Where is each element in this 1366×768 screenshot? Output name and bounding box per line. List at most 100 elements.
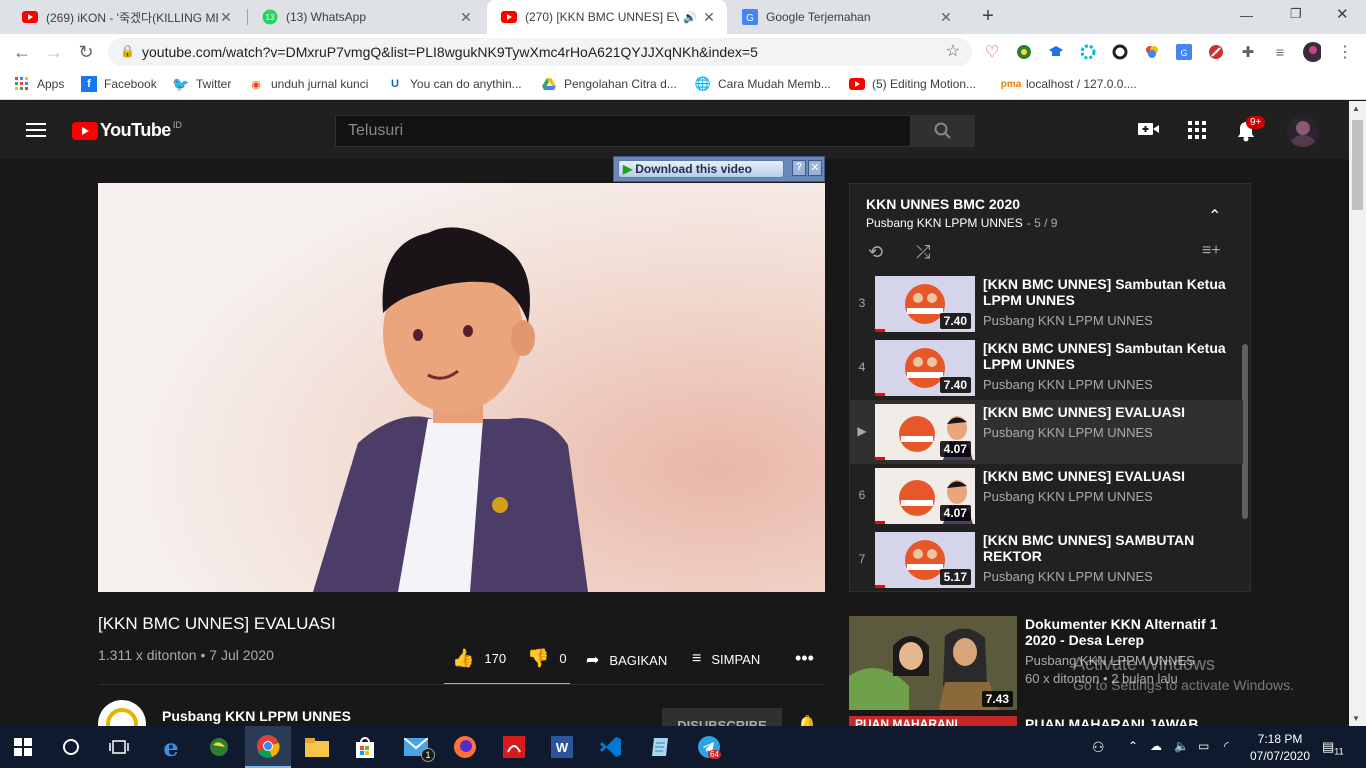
related-video-title[interactable]: Dokumenter KKN Alternatif 1 2020 - Desa …	[1025, 616, 1225, 648]
related-thumbnail[interactable]: PUAN MAHARANI	[849, 716, 1017, 726]
bookmark-you-can[interactable]: U You can do anythin...	[387, 75, 522, 93]
hamburger-menu-icon[interactable]	[26, 122, 46, 138]
scroll-up-arrow-icon[interactable]: ▲	[1352, 104, 1360, 113]
back-arrow-icon[interactable]: ←	[12, 42, 32, 62]
related-thumbnail[interactable]: 7.43	[849, 616, 1017, 710]
loop-icon[interactable]: ⟲	[868, 242, 883, 263]
search-button[interactable]	[910, 115, 975, 147]
page-scrollbar-thumb[interactable]	[1352, 120, 1363, 210]
close-icon[interactable]: ✕	[808, 160, 822, 176]
close-icon[interactable]: ✕	[701, 9, 717, 26]
volume-icon[interactable]: 🔈	[1174, 739, 1189, 753]
graduation-extension-icon[interactable]	[1047, 43, 1065, 61]
browser-tab-google-translate[interactable]: G Google Terjemahan ✕	[728, 0, 964, 34]
bookmark-facebook[interactable]: f Facebook	[81, 75, 157, 93]
forward-arrow-icon[interactable]: →	[44, 42, 64, 62]
taskbar-telegram[interactable]: 64	[686, 726, 732, 768]
address-bar[interactable]: 🔒 youtube.com/watch?v=DMxruP7vmgQ&list=P…	[108, 38, 972, 66]
playlist-item[interactable]: 3 7.40 [KKN BMC UNNES] Sambutan Ketua LP…	[850, 272, 1243, 336]
taskbar-edge[interactable]: e	[148, 726, 194, 768]
taskbar-chrome[interactable]	[245, 726, 291, 768]
windows-start-button[interactable]	[0, 726, 46, 768]
playlist-item[interactable]: 6 4.07 [KKN BMC UNNES] EVALUASI Pusbang …	[850, 464, 1243, 528]
taskbar-word[interactable]: W	[539, 726, 585, 768]
taskbar-vscode[interactable]	[588, 726, 634, 768]
battery-icon[interactable]: ▭	[1198, 739, 1209, 753]
task-view-button[interactable]	[96, 726, 142, 768]
related-video-title[interactable]: PUAN MAHARANI JAWAB	[1025, 716, 1198, 726]
search-taskbar-button[interactable]	[48, 726, 94, 768]
create-video-icon[interactable]	[1138, 121, 1160, 140]
dislike-button[interactable]: 👎 0	[527, 648, 567, 669]
clock-time[interactable]: 7:18 PM	[1252, 732, 1308, 746]
share-button[interactable]: ➦ BAGIKAN	[586, 650, 667, 670]
bookmark-cara-mudah[interactable]: 🌐 Cara Mudah Memb...	[695, 75, 831, 93]
bookmark-pengolahan[interactable]: Pengolahan Citra d...	[541, 75, 677, 93]
bookmark-editing-motion[interactable]: (5) Editing Motion...	[849, 75, 976, 93]
action-center-icon[interactable]: ▤11	[1322, 739, 1344, 757]
bookmark-twitter[interactable]: 🐦 Twitter	[172, 75, 231, 93]
reload-icon[interactable]: ↻	[76, 42, 96, 62]
clock-date[interactable]: 07/07/2020	[1248, 749, 1312, 763]
collapse-chevron-icon[interactable]: ⌃	[1208, 206, 1221, 226]
translate-extension-icon[interactable]: G	[1175, 43, 1193, 61]
star-icon[interactable]: ☆	[946, 41, 960, 61]
shuffle-icon[interactable]: ⤮	[916, 242, 930, 263]
scroll-down-arrow-icon[interactable]: ▼	[1352, 714, 1360, 723]
taskbar-maps[interactable]	[196, 726, 242, 768]
profile-avatar-icon[interactable]	[1303, 42, 1321, 62]
playlist-item[interactable]: 4 7.40 [KKN BMC UNNES] Sambutan Ketua LP…	[850, 336, 1243, 400]
colorwheel-extension-icon[interactable]	[1143, 43, 1161, 61]
like-button[interactable]: 👍 170	[452, 648, 506, 669]
bookmark-apps[interactable]: Apps	[14, 75, 64, 93]
taskbar-notepad[interactable]	[637, 726, 683, 768]
media-queue-icon[interactable]: ≡	[1271, 43, 1289, 61]
window-close-button[interactable]: ✕	[1336, 5, 1349, 23]
taskbar-firefox[interactable]	[442, 726, 488, 768]
menu-kebab-icon[interactable]: ⋮	[1336, 43, 1354, 61]
browser-tab-ikon[interactable]: (269) iKON - '죽겠다(KILLING ME)' ✕	[8, 0, 244, 34]
chevron-up-icon[interactable]: ⌃	[1128, 739, 1138, 753]
minimize-button[interactable]: —	[1240, 8, 1253, 23]
taskbar-mail[interactable]: 1	[393, 726, 439, 768]
download-video-button[interactable]: ▶ Download this video	[618, 160, 784, 178]
save-button[interactable]: ≡ SIMPAN	[692, 650, 760, 668]
close-icon[interactable]: ✕	[218, 9, 234, 26]
playlist-add-icon: ≡	[692, 650, 702, 667]
browser-tab-kkn-evaluasi[interactable]: (270) [KKN BMC UNNES] EVALUASI 🔊 ✕	[487, 0, 727, 34]
taskbar-store[interactable]	[342, 726, 388, 768]
gear-extension-icon[interactable]	[1079, 43, 1097, 61]
playlist-item-current[interactable]: ▶ 4.07 [KKN BMC UNNES] EVALUASI Pusbang …	[850, 400, 1243, 464]
more-actions-icon[interactable]: •••	[795, 648, 814, 669]
bookmark-jurnal[interactable]: ◉ unduh jurnal kunci	[248, 75, 368, 93]
new-tab-button[interactable]: +	[978, 6, 998, 26]
browser-tab-whatsapp[interactable]: 13 (13) WhatsApp ✕	[248, 0, 484, 34]
onedrive-cloud-icon[interactable]: ☁	[1150, 739, 1162, 753]
sync-extension-icon[interactable]	[1111, 43, 1129, 61]
playlist-add-icon[interactable]: ≡+	[1202, 242, 1221, 260]
youtube-logo[interactable]: YouTube ID	[72, 120, 182, 141]
twitter-icon: 🐦	[172, 75, 190, 92]
globe-extension-icon[interactable]	[1015, 43, 1033, 61]
bookmark-localhost[interactable]: pma localhost / 127.0.0....	[1001, 75, 1137, 93]
avatar[interactable]	[1287, 115, 1319, 147]
people-icon[interactable]: ⚇	[1092, 739, 1105, 756]
playlist-item[interactable]: 7 5.17 [KKN BMC UNNES] SAMBUTAN REKTOR P…	[850, 528, 1243, 591]
puzzle-extension-icon[interactable]: ✚	[1239, 43, 1257, 61]
help-icon[interactable]: ?	[792, 160, 806, 176]
maximize-button[interactable]: ❐	[1290, 6, 1302, 22]
taskbar-file-explorer[interactable]	[294, 726, 340, 768]
playlist-owner[interactable]: Pusbang KKN LPPM UNNES	[866, 216, 1023, 230]
close-icon[interactable]: ✕	[938, 9, 954, 26]
search-input[interactable]: Telusuri	[335, 115, 911, 147]
wifi-icon[interactable]: ◜	[1224, 739, 1229, 753]
apps-grid-icon[interactable]	[1188, 121, 1206, 142]
close-icon[interactable]: ✕	[458, 9, 474, 26]
block-extension-icon[interactable]	[1207, 43, 1225, 61]
heart-extension-icon[interactable]: ♡	[983, 43, 1001, 61]
playlist-title[interactable]: KKN UNNES BMC 2020	[866, 196, 1020, 212]
channel-name[interactable]: Pusbang KKN LPPM UNNES	[162, 708, 351, 724]
taskbar-acrobat[interactable]	[491, 726, 537, 768]
video-player[interactable]	[98, 183, 825, 592]
speaker-icon[interactable]: 🔊	[683, 11, 697, 24]
